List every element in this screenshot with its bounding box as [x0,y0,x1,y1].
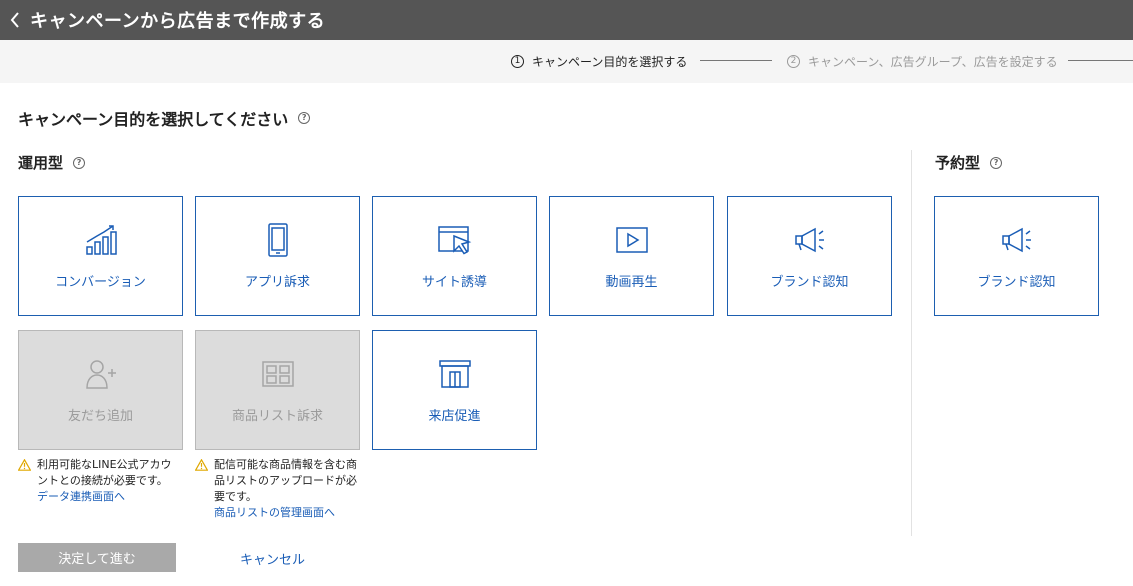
smartphone-icon [267,223,289,257]
megaphone-icon [1000,223,1034,257]
objective-card-label: ブランド認知 [770,275,849,290]
step-2-number: 2 [787,55,800,68]
chevron-left-icon [10,12,19,28]
step-2-label: キャンペーン、広告グループ、広告を設定する [808,55,1058,69]
note-text: 配信可能な商品情報を含む商 品リストのアップロードが必 要です。 商品リストの管… [214,457,370,521]
bar-chart-growth-icon [84,223,118,257]
note-text: 利用可能なLINE公式アカウ ントとの接続が必要です。 データ連携画面へ [37,457,188,505]
step-1: 1 キャンペーン目的を選択する [511,53,687,70]
objective-card-label: 動画再生 [605,275,658,290]
objective-card-reserved-brand-awareness[interactable]: ブランド認知 [934,196,1099,316]
help-icon[interactable]: ? [298,112,311,124]
section-title-operational-text: 運用型 [18,154,64,172]
step-connector-2 [1068,60,1133,61]
add-friends-requirement-note: 利用可能なLINE公式アカウ ントとの接続が必要です。 データ連携画面へ [18,457,188,505]
product-list-requirement-note: 配信可能な商品情報を含む商 品リストのアップロードが必 要です。 商品リストの管… [195,457,370,521]
objective-card-label: コンバージョン [55,275,146,290]
objective-card-label: 来店促進 [428,409,481,424]
warning-icon [195,459,208,471]
step-connector-1 [700,60,772,61]
step-indicator: 1 キャンペーン目的を選択する 2 キャンペーン、広告グループ、広告を設定する [0,40,1133,83]
section-title-reserved-text: 予約型 [935,154,981,172]
note-line: 品リストのアップロードが必 [214,474,357,487]
objective-card-label: ブランド認知 [977,275,1056,290]
section-divider [911,150,912,536]
app-header: キャンペーンから広告まで作成する [0,0,1133,40]
objective-card-label: 友だち追加 [67,409,133,424]
note-line: ントとの接続が必要です。 [37,474,168,487]
cancel-button[interactable]: キャンセル [240,549,305,568]
step-1-label: キャンペーン目的を選択する [532,55,688,69]
section-title-reserved: 予約型 ? [935,152,1003,173]
objective-card-site-traffic[interactable]: サイト誘導 [372,196,537,316]
note-line: 要です。 [214,490,257,503]
objective-card-store-visit[interactable]: 来店促進 [372,330,537,450]
objective-card-label: サイト誘導 [421,275,487,290]
step-2: 2 キャンペーン、広告グループ、広告を設定する [787,53,1058,70]
help-icon[interactable]: ? [73,156,86,169]
browser-cursor-icon [437,223,472,257]
objective-card-add-friends: 友だち追加 [18,330,183,450]
confirm-next-button[interactable]: 決定して進む [18,543,176,572]
page-header-title: キャンペーンから広告まで作成する [30,11,326,32]
section-title-operational: 運用型 ? [18,152,86,173]
objective-card-label: 商品リスト訴求 [231,409,323,424]
product-list-management-link[interactable]: 商品リストの管理画面へ [214,505,370,521]
video-play-icon [615,223,649,257]
page-title: キャンペーン目的を選択してください ? [18,106,311,130]
objective-card-conversion[interactable]: コンバージョン [18,196,183,316]
megaphone-icon [793,223,827,257]
page-title-text: キャンペーン目的を選択してください [18,110,289,129]
objective-card-product-list: 商品リスト訴求 [195,330,360,450]
objective-card-app-appeal[interactable]: アプリ訴求 [195,196,360,316]
objective-card-label: アプリ訴求 [244,275,310,290]
add-user-icon [84,357,118,391]
objective-card-video-play[interactable]: 動画再生 [549,196,714,316]
note-line: 利用可能なLINE公式アカウ [37,458,172,471]
note-line: 配信可能な商品情報を含む商 [214,458,357,471]
objective-card-brand-awareness[interactable]: ブランド認知 [727,196,892,316]
product-grid-icon [261,357,295,391]
back-button[interactable] [0,0,30,40]
step-1-number: 1 [511,55,524,68]
data-integration-link[interactable]: データ連携画面へ [37,489,188,505]
storefront-icon [438,357,472,391]
warning-icon [18,459,31,471]
help-icon[interactable]: ? [990,156,1003,169]
